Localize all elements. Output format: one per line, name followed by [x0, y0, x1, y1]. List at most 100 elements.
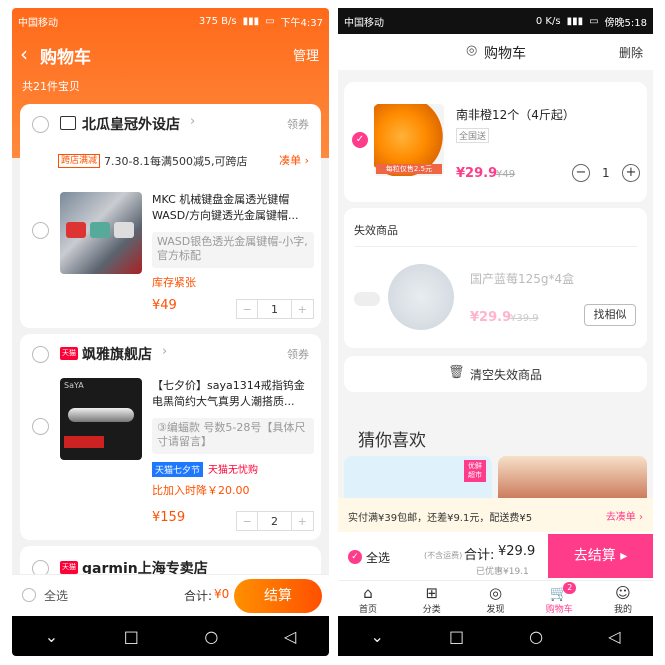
decrement-button[interactable]: −: [237, 512, 259, 530]
nav-down-icon[interactable]: ⌄: [45, 627, 58, 646]
checkout-label: 去结算: [573, 548, 616, 564]
shop-name[interactable]: 北瓜皇冠外设店: [82, 114, 180, 134]
location-pin-icon[interactable]: ◎: [466, 43, 477, 58]
battery-icon: ▭: [265, 15, 275, 27]
shipping-bar: 实付满¥39包邮，还差¥9.1元，配送费¥5 去凑单 ›: [338, 498, 653, 532]
clear-invalid-button[interactable]: 🗑 清空失效商品: [344, 356, 647, 392]
quantity-value[interactable]: 1: [602, 166, 610, 180]
increment-button[interactable]: +: [292, 512, 313, 530]
promo-text: 7.30-8.1每满500减5,可跨店: [104, 155, 248, 168]
sku-selector[interactable]: ③编蝠款 号数5-28号【具体尺寸请留言】: [152, 418, 314, 454]
sku-text: WASD银色透光金属键帽-小字,官方标配: [157, 235, 308, 262]
shop-card-2: 天猫 飒雅旗舰店 › 领券 SaYA 【七夕价】saya1314戒指钨金电黑简约…: [20, 334, 321, 540]
clear-invalid-label: 清空失效商品: [470, 368, 543, 382]
item-price: ¥49: [152, 298, 177, 313]
delete-button[interactable]: 删除: [619, 44, 643, 61]
invalid-items-card: 失效商品 国产蓝莓125g*4盒 ¥29.9 ¥39.9 找相似: [344, 208, 647, 348]
tab-discover[interactable]: ◎ 发现: [466, 584, 526, 618]
tab-label: 我的: [613, 605, 632, 615]
item-title[interactable]: 南非橙12个（4斤起）: [456, 106, 575, 123]
shipping-text: 实付满¥39包邮，还差¥9.1元，配送费¥5: [348, 513, 533, 524]
keycap-shape: [114, 222, 134, 238]
nav-recent-icon[interactable]: □: [124, 627, 139, 646]
festival-badge: 天猫七夕节: [152, 462, 204, 477]
nav-recent-icon[interactable]: □: [449, 627, 464, 646]
select-all-label[interactable]: 全选: [366, 549, 390, 566]
invalid-item-title[interactable]: 国产蓝莓125g*4盒: [470, 270, 574, 287]
battery-icon: ▭: [589, 15, 599, 27]
original-price: ¥49: [496, 169, 516, 180]
home-icon: ⌂: [363, 584, 373, 602]
tab-label: 首页: [358, 605, 377, 615]
tmall-logo: 天猫: [60, 347, 78, 360]
item-select-checkbox[interactable]: [32, 222, 49, 239]
nav-back-icon[interactable]: ◁: [284, 627, 296, 646]
increment-button[interactable]: +: [622, 164, 640, 182]
total-amount: ¥0: [214, 587, 230, 601]
item-price: ¥159: [152, 510, 186, 525]
back-arrow-icon[interactable]: ‹: [20, 42, 28, 66]
cart-footer: ✓ 全选 (不含运费) 合计: ¥29.9 已优惠¥19.1 去结算 ▸: [338, 532, 653, 580]
coupon-button[interactable]: 领券: [287, 116, 309, 132]
clock: 下午4:37: [280, 17, 323, 29]
header-bar: ◎ 购物车 删除: [338, 34, 653, 70]
taobao-cart-screen: 中国移动 375 B/s ▮▮▮ ▭ 下午4:37 ‹ 购物车 管理 共21件宝…: [12, 8, 329, 656]
signal-icon: ▮▮▮: [566, 15, 584, 27]
item-title[interactable]: MKC 机械键盘金属透光键帽WASD/方向键透光金属键帽...: [152, 192, 312, 224]
decrement-button[interactable]: −: [572, 164, 590, 182]
signal-icon: ▮▮▮: [242, 15, 260, 27]
promo-link[interactable]: 凑单 ›: [279, 152, 309, 168]
ring-thumbnail[interactable]: SaYA: [60, 378, 142, 460]
find-similar-button[interactable]: 找相似: [584, 304, 636, 326]
shop-select-checkbox[interactable]: [32, 116, 49, 133]
tab-category[interactable]: ⊞ 分类: [402, 584, 462, 618]
coupon-button[interactable]: 领券: [287, 346, 309, 362]
delivery-tag: 全国送: [456, 128, 490, 143]
supermarket-badge: 优鲜超市: [464, 460, 486, 482]
cart-footer: 全选 合计: ¥0 结算: [12, 574, 329, 616]
keycap-shape: [66, 222, 86, 238]
manage-button[interactable]: 管理: [293, 45, 319, 64]
divider: [354, 246, 637, 247]
decrement-button[interactable]: −: [237, 300, 259, 318]
shop-name[interactable]: 飒雅旗舰店: [82, 344, 152, 364]
tab-home[interactable]: ⌂ 首页: [338, 584, 398, 618]
select-all-checkbox[interactable]: [22, 588, 36, 602]
thumb-banner: [64, 436, 104, 448]
invalid-section-title: 失效商品: [354, 224, 398, 237]
increment-button[interactable]: +: [292, 300, 313, 318]
item-title[interactable]: 【七夕价】saya1314戒指钨金电黑简约大气真男人潮搭质...: [152, 378, 312, 410]
quantity-value[interactable]: 1: [258, 300, 292, 318]
nav-home-icon[interactable]: ○: [204, 627, 218, 646]
keycap-thumbnail[interactable]: [60, 192, 142, 274]
item-select-checkbox[interactable]: [32, 418, 49, 435]
promo-tag: 跨店满减: [58, 154, 101, 168]
guess-you-like-title: 猜你喜欢: [358, 431, 426, 451]
carrier-label: 中国移动: [18, 17, 58, 29]
keycap-shape: [90, 222, 110, 238]
select-all-checkbox[interactable]: ✓: [348, 550, 362, 564]
tab-cart[interactable]: 🛒 2 购物车: [529, 582, 589, 618]
sku-selector[interactable]: WASD银色透光金属键帽-小字,官方标配: [152, 232, 314, 268]
nav-back-icon[interactable]: ◁: [608, 627, 620, 646]
tab-label: 购物车: [545, 605, 573, 615]
checkout-button[interactable]: 结算: [234, 579, 322, 613]
assurance-badge: 天猫无忧购: [208, 465, 258, 476]
quantity-value[interactable]: 2: [258, 512, 292, 530]
excl-shipping-note: (不含运费): [424, 551, 463, 560]
nav-home-icon[interactable]: ○: [529, 627, 543, 646]
shop-card-1: 北瓜皇冠外设店 › 领券 跨店满减 7.30-8.1每满500减5,可跨店 凑单…: [20, 104, 321, 328]
page-title: 购物车: [484, 46, 526, 62]
blueberry-thumbnail[interactable]: [388, 264, 454, 330]
tab-profile[interactable]: ☺ 我的: [593, 584, 653, 618]
android-nav-bar: ⌄ □ ○ ◁: [338, 616, 653, 656]
promo-link-label: 凑单: [279, 154, 302, 167]
checkout-button[interactable]: 去结算 ▸: [548, 534, 653, 578]
total-amount: ¥29.9: [498, 544, 536, 559]
checked-icon[interactable]: ✓: [352, 132, 368, 148]
shop-select-checkbox[interactable]: [32, 346, 49, 363]
add-more-link[interactable]: 去凑单 ›: [606, 508, 643, 523]
orange-thumbnail[interactable]: 每粒仅售2.5元: [374, 104, 444, 176]
nav-down-icon[interactable]: ⌄: [371, 627, 384, 646]
select-all-label[interactable]: 全选: [44, 587, 68, 604]
